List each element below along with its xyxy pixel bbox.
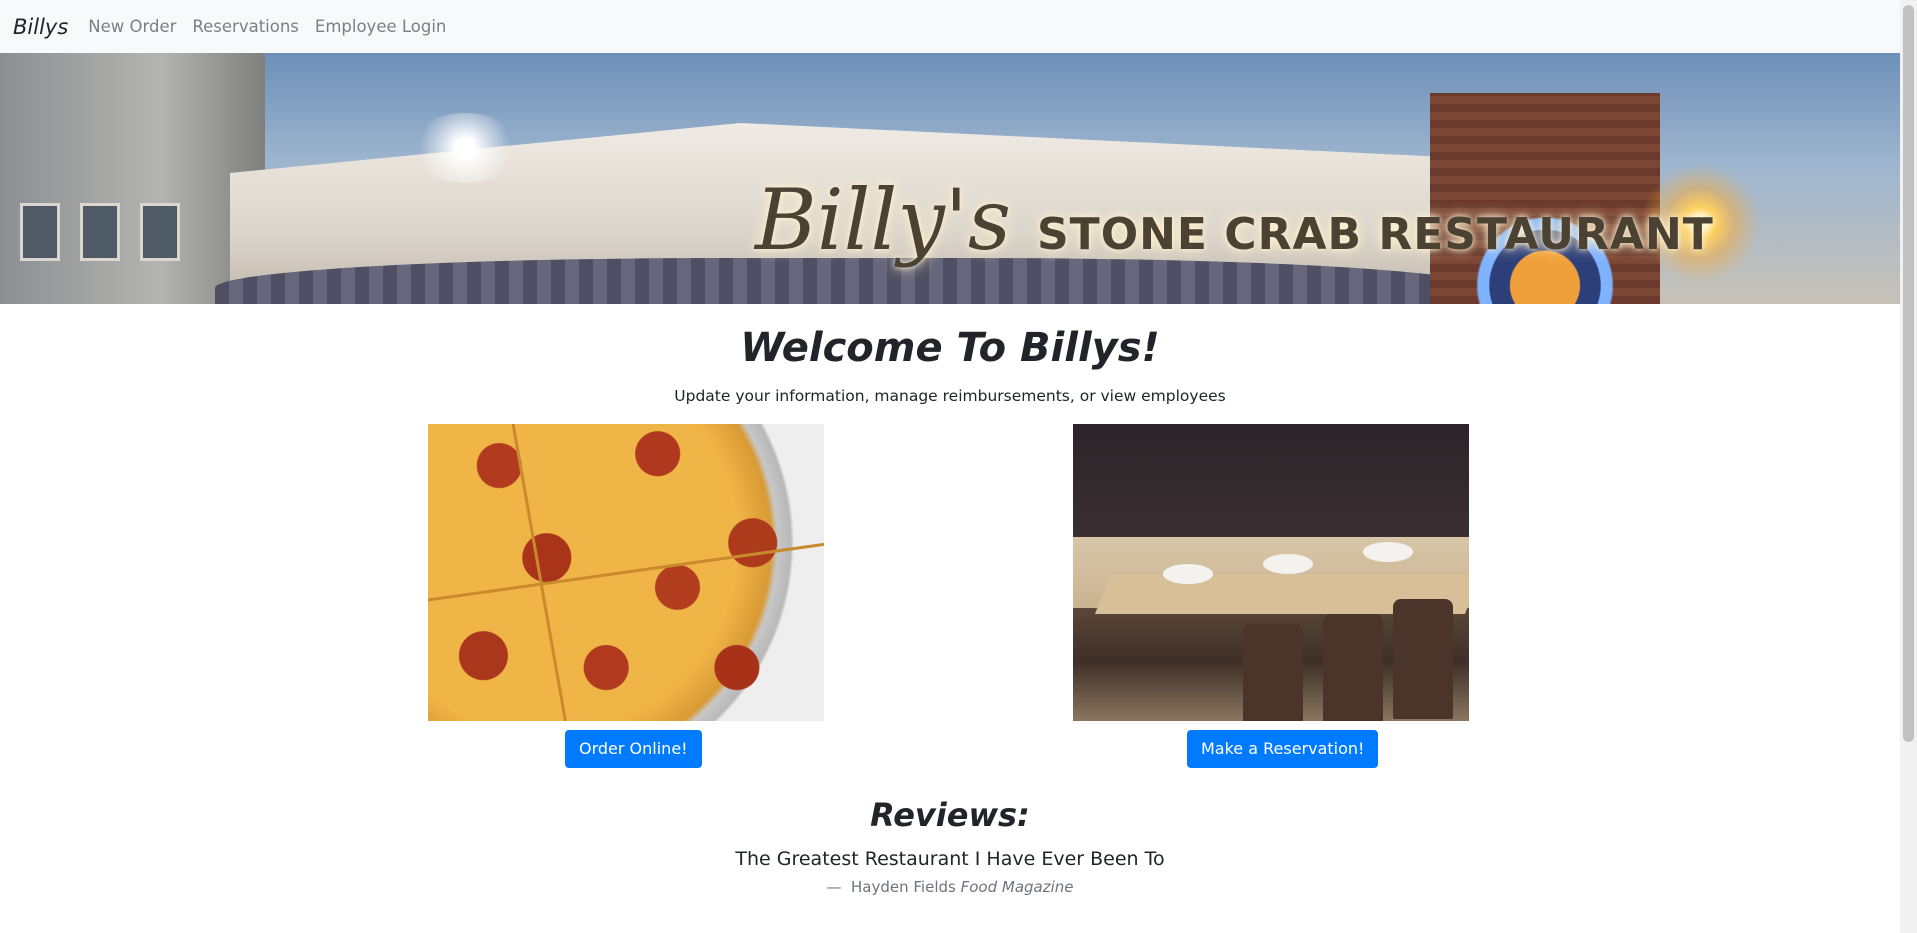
hero-banner-image: Billy's STONE CRAB RESTAURANT [0, 53, 1900, 304]
scrollbar-thumb[interactable] [1903, 5, 1914, 742]
reviews-heading: Reviews: [870, 796, 1030, 834]
nav-links: New Order Reservations Employee Login [80, 17, 454, 36]
chair [1323, 614, 1383, 721]
building-left [0, 53, 265, 304]
review-dash: — [826, 878, 842, 896]
nav-reservations[interactable]: Reservations [192, 17, 299, 36]
window [140, 203, 180, 261]
make-reservation-button[interactable]: Make a Reservation! [1187, 730, 1379, 768]
review-source: Food Magazine [960, 878, 1074, 896]
scrollbar-track[interactable] [1900, 0, 1917, 933]
lamp-glow [410, 113, 520, 183]
nav-new-order[interactable]: New Order [88, 17, 176, 36]
sign-caps-text: STONE CRAB RESTAURANT [1036, 209, 1714, 260]
welcome-title: Welcome To Billys! [740, 325, 1160, 371]
pizza-image [428, 424, 824, 721]
plate [1263, 554, 1313, 574]
dining-room-image [1073, 424, 1469, 721]
navbar: Billys New Order Reservations Employee L… [0, 0, 1900, 53]
reservation-card: Make a Reservation! [1073, 424, 1469, 768]
window [20, 203, 60, 261]
sign-script-text: Billy's [755, 171, 1011, 269]
order-online-button[interactable]: Order Online! [565, 730, 702, 768]
welcome-subtitle: Update your information, manage reimburs… [674, 387, 1226, 405]
review-quote: The Greatest Restaurant I Have Ever Been… [735, 848, 1165, 870]
chair [1243, 624, 1303, 721]
plate [1363, 542, 1413, 562]
review-author: Hayden Fields [851, 878, 956, 896]
plate [1163, 564, 1213, 584]
nav-employee-login[interactable]: Employee Login [315, 17, 446, 36]
chair [1393, 599, 1453, 719]
sign-lettering: Billy's STONE CRAB RESTAURANT [755, 171, 1714, 269]
brand-link[interactable]: Billys [13, 15, 68, 39]
window [80, 203, 120, 261]
order-card: Order Online! [428, 424, 824, 768]
pizza-slice-cut [428, 537, 824, 604]
pizza-slice-cut [508, 424, 571, 721]
review-footer: — Hayden Fields Food Magazine [0, 878, 1900, 896]
